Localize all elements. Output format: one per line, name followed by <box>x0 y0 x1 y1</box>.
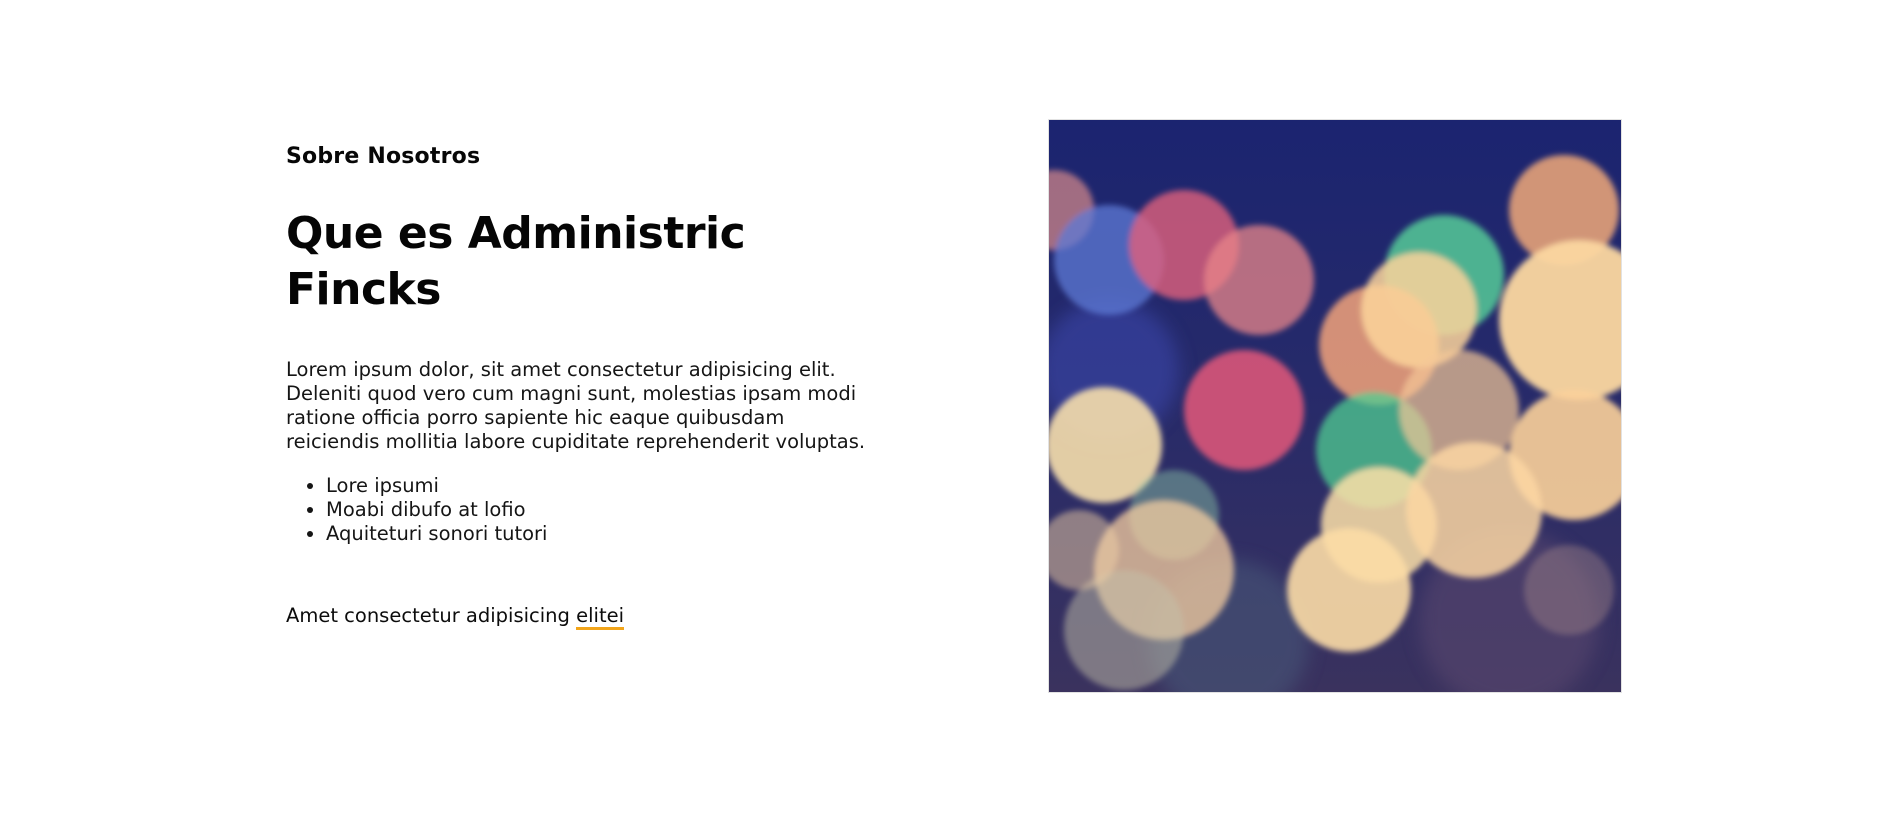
bokeh-lights-illustration <box>1049 120 1621 692</box>
about-section: Sobre Nosotros Que es Administric Fincks… <box>0 0 1895 840</box>
feature-list-item: Moabi dibufo at lofio <box>326 498 886 522</box>
section-eyebrow: Sobre Nosotros <box>286 144 481 169</box>
feature-list: Lore ipsumi Moabi dibufo at lofio Aquite… <box>286 474 886 546</box>
about-text-column: Sobre Nosotros Que es Administric Fincks… <box>286 142 886 630</box>
tagline-text: Amet consectetur adipisicing <box>286 604 577 627</box>
feature-list-item: Aquiteturi sonori tutori <box>326 522 886 546</box>
tagline-link[interactable]: elitei <box>576 604 625 630</box>
feature-list-item: Lore ipsumi <box>326 474 886 498</box>
page-title: Que es Administric Fincks <box>286 208 746 315</box>
about-description: Lorem ipsum dolor, sit amet consectetur … <box>286 358 866 453</box>
bokeh-lights-image <box>1048 119 1622 693</box>
tagline: Amet consectetur adipisicing elitei <box>286 604 886 630</box>
